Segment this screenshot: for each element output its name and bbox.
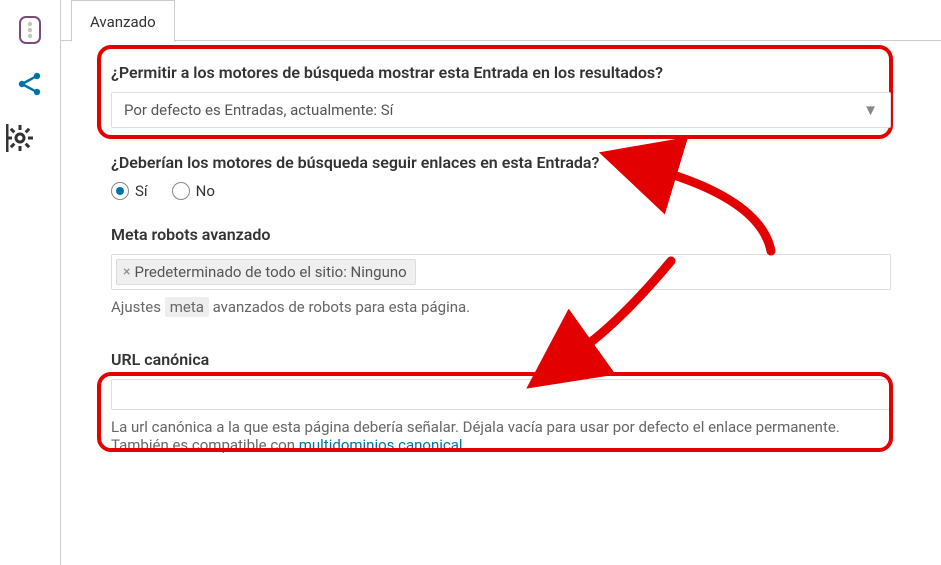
meta-code: meta xyxy=(165,297,209,317)
radio-icon xyxy=(172,182,190,200)
allow-search-label: ¿Permitir a los motores de búsqueda most… xyxy=(111,63,891,82)
meta-robots-select[interactable]: × Predeterminado de todo el sitio: Ningu… xyxy=(111,254,891,290)
canonical-help: La url canónica a la que esta página deb… xyxy=(111,418,891,454)
follow-links-yes-label: Sí xyxy=(135,182,148,200)
canonical-help-link[interactable]: multidominios canonical xyxy=(299,436,463,454)
canonical-label: URL canónica xyxy=(111,350,891,369)
allow-search-select[interactable]: Por defecto es Entradas, actualmente: Sí… xyxy=(111,92,891,128)
follow-links-no[interactable]: No xyxy=(172,182,215,200)
close-icon[interactable]: × xyxy=(123,264,130,280)
canonical-input[interactable] xyxy=(111,379,891,410)
meta-robots-chip[interactable]: × Predeterminado de todo el sitio: Ningu… xyxy=(116,259,416,285)
follow-links-yes[interactable]: Sí xyxy=(111,182,148,200)
chevron-down-icon: ▼ xyxy=(863,101,878,119)
meta-robots-help: Ajustes meta avanzados de robots para es… xyxy=(111,298,891,316)
radio-icon xyxy=(111,182,129,200)
meta-robots-label: Meta robots avanzado xyxy=(111,225,891,244)
meta-robots-chip-label: Predeterminado de todo el sitio: Ninguno xyxy=(134,263,406,281)
share-icon[interactable] xyxy=(17,72,43,96)
follow-links-no-label: No xyxy=(196,182,215,200)
follow-links-label: ¿Deberían los motores de búsqueda seguir… xyxy=(111,153,891,172)
tab-advanced[interactable]: Avanzado xyxy=(71,0,175,42)
readability-icon[interactable] xyxy=(19,16,41,44)
allow-search-value: Por defecto es Entradas, actualmente: Sí xyxy=(124,101,393,119)
gear-icon[interactable] xyxy=(6,124,34,152)
